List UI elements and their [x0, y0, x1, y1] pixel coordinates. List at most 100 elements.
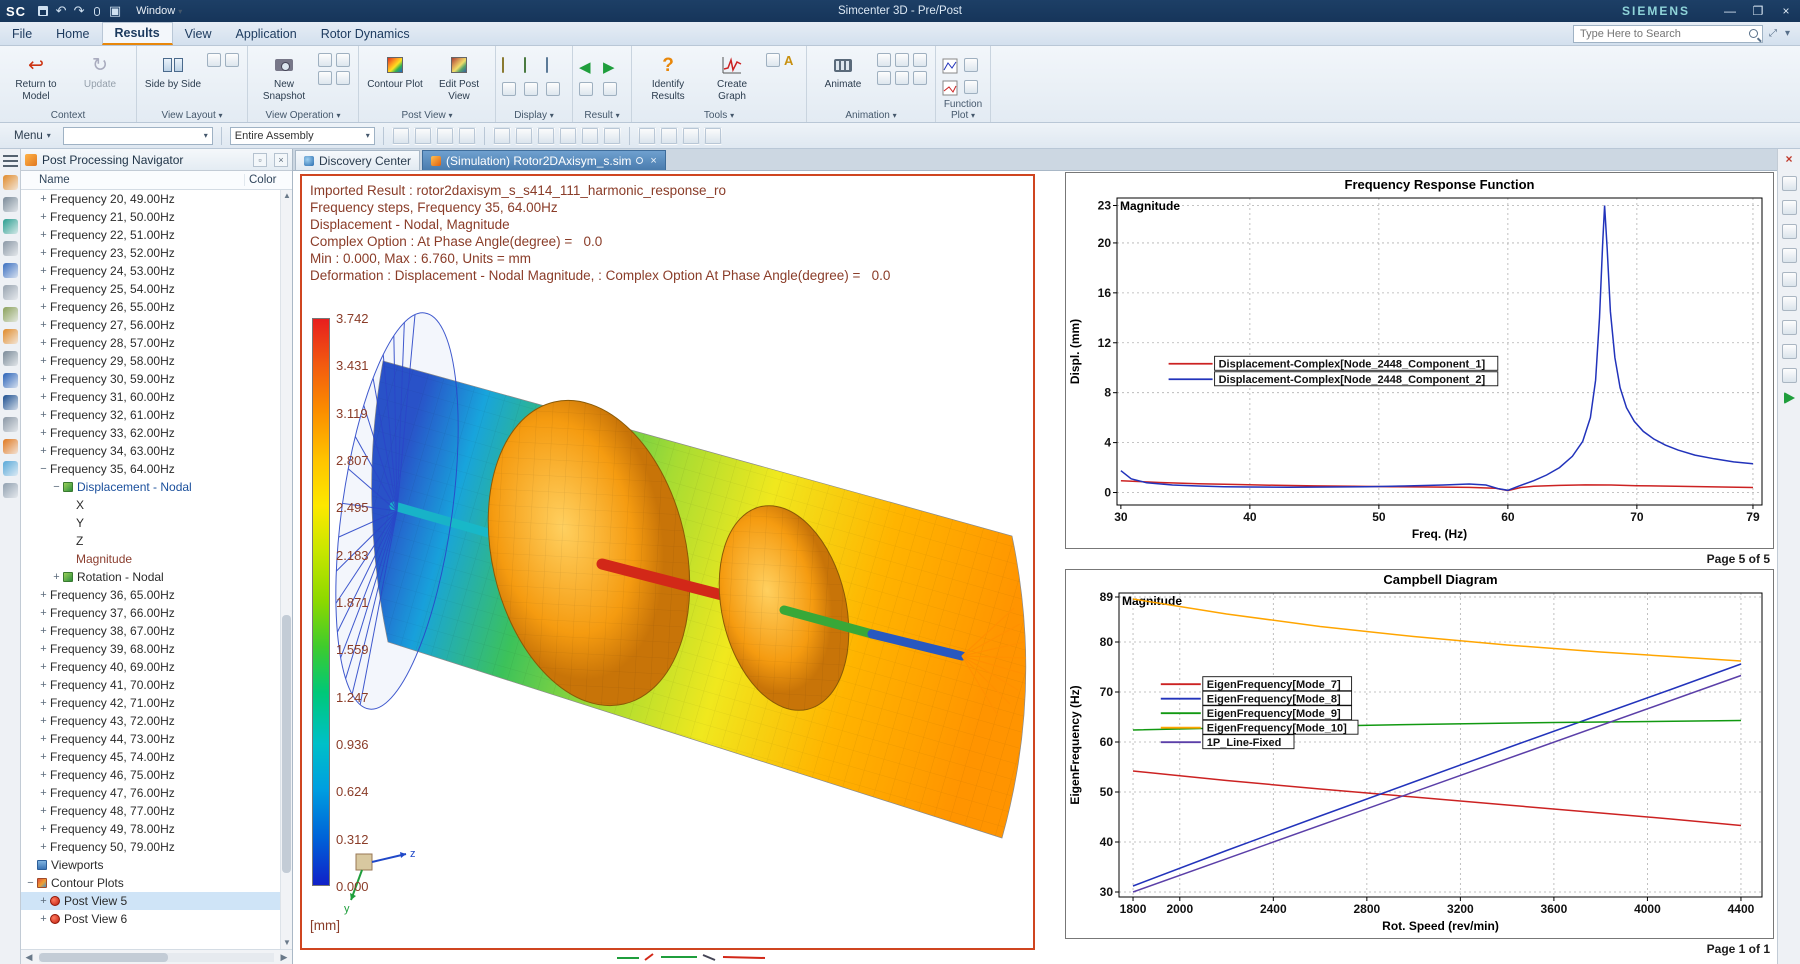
tree-item[interactable]: + Frequency 20, 49.00Hz: [21, 190, 280, 208]
tree-item[interactable]: + Frequency 42, 71.00Hz: [21, 694, 280, 712]
expand-icon[interactable]: +: [38, 589, 49, 601]
highlight-selection-icon[interactable]: [413, 126, 432, 145]
copy-icon[interactable]: ▣: [106, 3, 124, 19]
new-snapshot-button[interactable]: New Snapshot: [254, 49, 314, 105]
tree-item[interactable]: + Frequency 29, 58.00Hz: [21, 352, 280, 370]
tree-item[interactable]: + Frequency 46, 75.00Hz: [21, 766, 280, 784]
ribbon-group-label[interactable]: Display ▾: [496, 110, 572, 121]
clipboard-icon[interactable]: [2, 263, 18, 278]
pan-view-icon[interactable]: [1781, 320, 1797, 335]
view-cube-icon[interactable]: [1781, 176, 1797, 191]
expand-icon[interactable]: +: [38, 409, 49, 421]
edge-display-icon[interactable]: [502, 82, 516, 96]
minimize-button[interactable]: —: [1716, 0, 1744, 22]
ribbon-group-label[interactable]: Tools ▾: [632, 110, 806, 121]
expand-icon[interactable]: +: [38, 625, 49, 637]
overlay-plot-icon[interactable]: [942, 80, 962, 100]
frequency-response-chart[interactable]: 30 40 50 60 70 79 0 4 8 12 16 20 23 Frequency Respons…: [1065, 172, 1774, 549]
column-color[interactable]: Color: [244, 174, 292, 186]
pause-animation-icon[interactable]: [895, 53, 909, 67]
collapse-icon[interactable]: −: [51, 481, 62, 493]
fit-view-icon[interactable]: [1781, 344, 1797, 359]
expand-icon[interactable]: +: [38, 769, 49, 781]
select-by-rectangle-icon[interactable]: [391, 126, 410, 145]
menu-dropdown-button[interactable]: Menu ▾: [6, 127, 59, 145]
expand-icon[interactable]: +: [38, 787, 49, 799]
wireframe-display-icon[interactable]: [524, 57, 544, 80]
page-layout-icon[interactable]: [1781, 272, 1797, 287]
scroll-up-icon[interactable]: ▲: [281, 190, 292, 202]
redo-icon[interactable]: ↷: [70, 3, 88, 19]
tree-item[interactable]: X: [21, 496, 280, 514]
tree-item[interactable]: + Frequency 34, 63.00Hz: [21, 442, 280, 460]
tree-item[interactable]: + Post View 5: [21, 892, 280, 910]
ribbon-group-label[interactable]: Animation ▾: [807, 110, 935, 121]
shaded-display-icon[interactable]: [502, 57, 522, 80]
contour-plot-button[interactable]: Contour Plot: [365, 49, 425, 105]
touch-mode-icon[interactable]: [2, 483, 18, 498]
expand-icon[interactable]: +: [38, 427, 49, 439]
pin-tab-icon[interactable]: [636, 157, 644, 164]
animate-button[interactable]: Animate: [813, 49, 873, 105]
tree-item[interactable]: + Frequency 22, 51.00Hz: [21, 226, 280, 244]
tree-item[interactable]: + Frequency 30, 59.00Hz: [21, 370, 280, 388]
expand-icon[interactable]: +: [38, 445, 49, 457]
xy-function-navigator-icon[interactable]: [2, 241, 18, 256]
shaded-mode-icon[interactable]: [659, 126, 678, 145]
wireframe-mode-icon[interactable]: [637, 126, 656, 145]
zoom-view-icon[interactable]: [1781, 296, 1797, 311]
restore-layout-icon[interactable]: [207, 53, 221, 67]
window-menu[interactable]: Window ▾: [130, 0, 188, 22]
forward-navigation-icon[interactable]: [1783, 392, 1795, 404]
plot-layout-icon[interactable]: [964, 80, 978, 94]
measure-icon[interactable]: [2, 417, 18, 432]
expand-icon[interactable]: +: [38, 733, 49, 745]
maximize-button[interactable]: ❐: [1744, 0, 1772, 22]
save-icon[interactable]: [34, 3, 52, 19]
tree-item[interactable]: + Frequency 50, 79.00Hz: [21, 838, 280, 856]
tree-item[interactable]: + Frequency 36, 65.00Hz: [21, 586, 280, 604]
tree-item[interactable]: + Frequency 26, 55.00Hz: [21, 298, 280, 316]
selection-options-icon[interactable]: [457, 126, 476, 145]
expand-icon[interactable]: +: [38, 247, 49, 259]
expand-icon[interactable]: +: [38, 841, 49, 853]
menu-file[interactable]: File: [0, 22, 44, 45]
scroll-left-icon[interactable]: ◀: [21, 952, 37, 963]
display-grid-icon[interactable]: [1781, 224, 1797, 239]
quadrant-snap-icon[interactable]: [602, 126, 621, 145]
expand-icon[interactable]: +: [38, 265, 49, 277]
expand-icon[interactable]: +: [38, 823, 49, 835]
fit-view-icon[interactable]: [318, 71, 332, 85]
result-step-icon[interactable]: [579, 82, 593, 96]
expand-icon[interactable]: +: [38, 355, 49, 367]
scrollbar-thumb[interactable]: [282, 615, 291, 874]
side-by-side-button[interactable]: Side by Side: [143, 49, 203, 105]
expand-search-icon[interactable]: ⤢: [1767, 28, 1779, 39]
tree-item[interactable]: + Post View 6: [21, 910, 280, 928]
edit-post-view-button[interactable]: Edit Post View: [429, 49, 489, 105]
tree-item[interactable]: + Frequency 48, 77.00Hz: [21, 802, 280, 820]
collapse-icon[interactable]: −: [25, 877, 36, 889]
tree-item[interactable]: + Frequency 25, 54.00Hz: [21, 280, 280, 298]
tree-item[interactable]: − Displacement - Nodal: [21, 478, 280, 496]
vertical-scrollbar[interactable]: ▲ ▼: [280, 190, 292, 949]
point-snap-icon[interactable]: [492, 126, 511, 145]
tree-item[interactable]: Magnitude: [21, 550, 280, 568]
plot-options-icon[interactable]: [964, 58, 978, 72]
tree-item[interactable]: + Frequency 38, 67.00Hz: [21, 622, 280, 640]
ribbon-group-label[interactable]: Post View ▾: [359, 110, 495, 121]
scroll-down-icon[interactable]: ▼: [281, 937, 292, 949]
identify-results-button[interactable]: ? Identify Results: [638, 49, 698, 105]
tree-item[interactable]: + Frequency 37, 66.00Hz: [21, 604, 280, 622]
endpoint-snap-icon[interactable]: [514, 126, 533, 145]
tree-item[interactable]: + Frequency 40, 69.00Hz: [21, 658, 280, 676]
export-view-icon[interactable]: [318, 53, 332, 67]
pin-panel-icon[interactable]: ▫: [253, 152, 267, 167]
translucency-display-icon[interactable]: [546, 57, 566, 80]
selection-scope-combo[interactable]: Entire Assembly ▾: [229, 126, 375, 145]
scrollbar-thumb[interactable]: [39, 952, 169, 962]
ribbon-group-label[interactable]: Result ▾: [573, 110, 631, 121]
close-tab-icon[interactable]: ×: [650, 155, 656, 167]
chevron-down-icon[interactable]: ▾: [1783, 28, 1792, 39]
expand-icon[interactable]: +: [38, 805, 49, 817]
